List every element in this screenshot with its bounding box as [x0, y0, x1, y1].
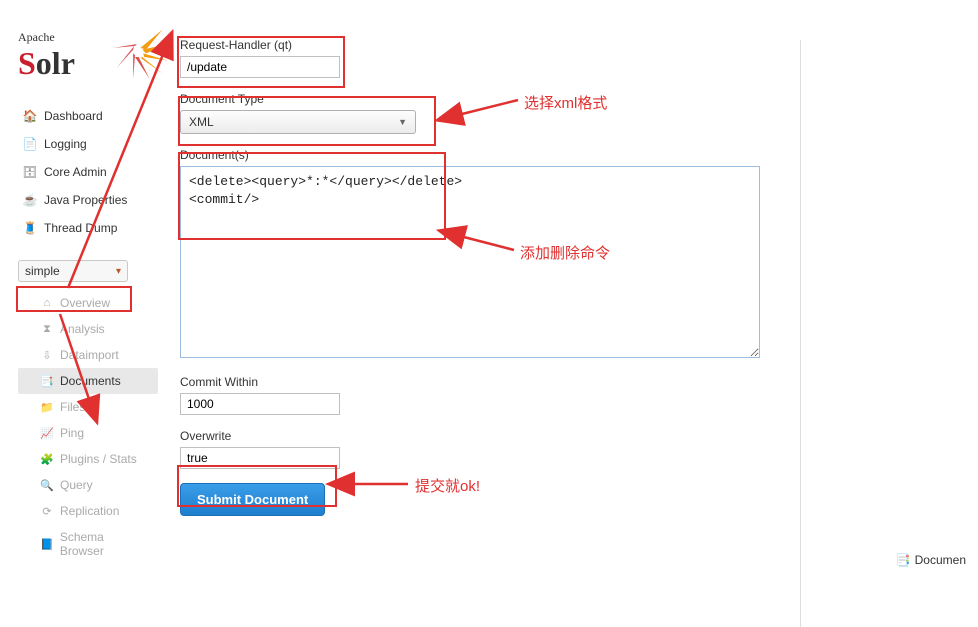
- annotation-arrows: [0, 0, 978, 627]
